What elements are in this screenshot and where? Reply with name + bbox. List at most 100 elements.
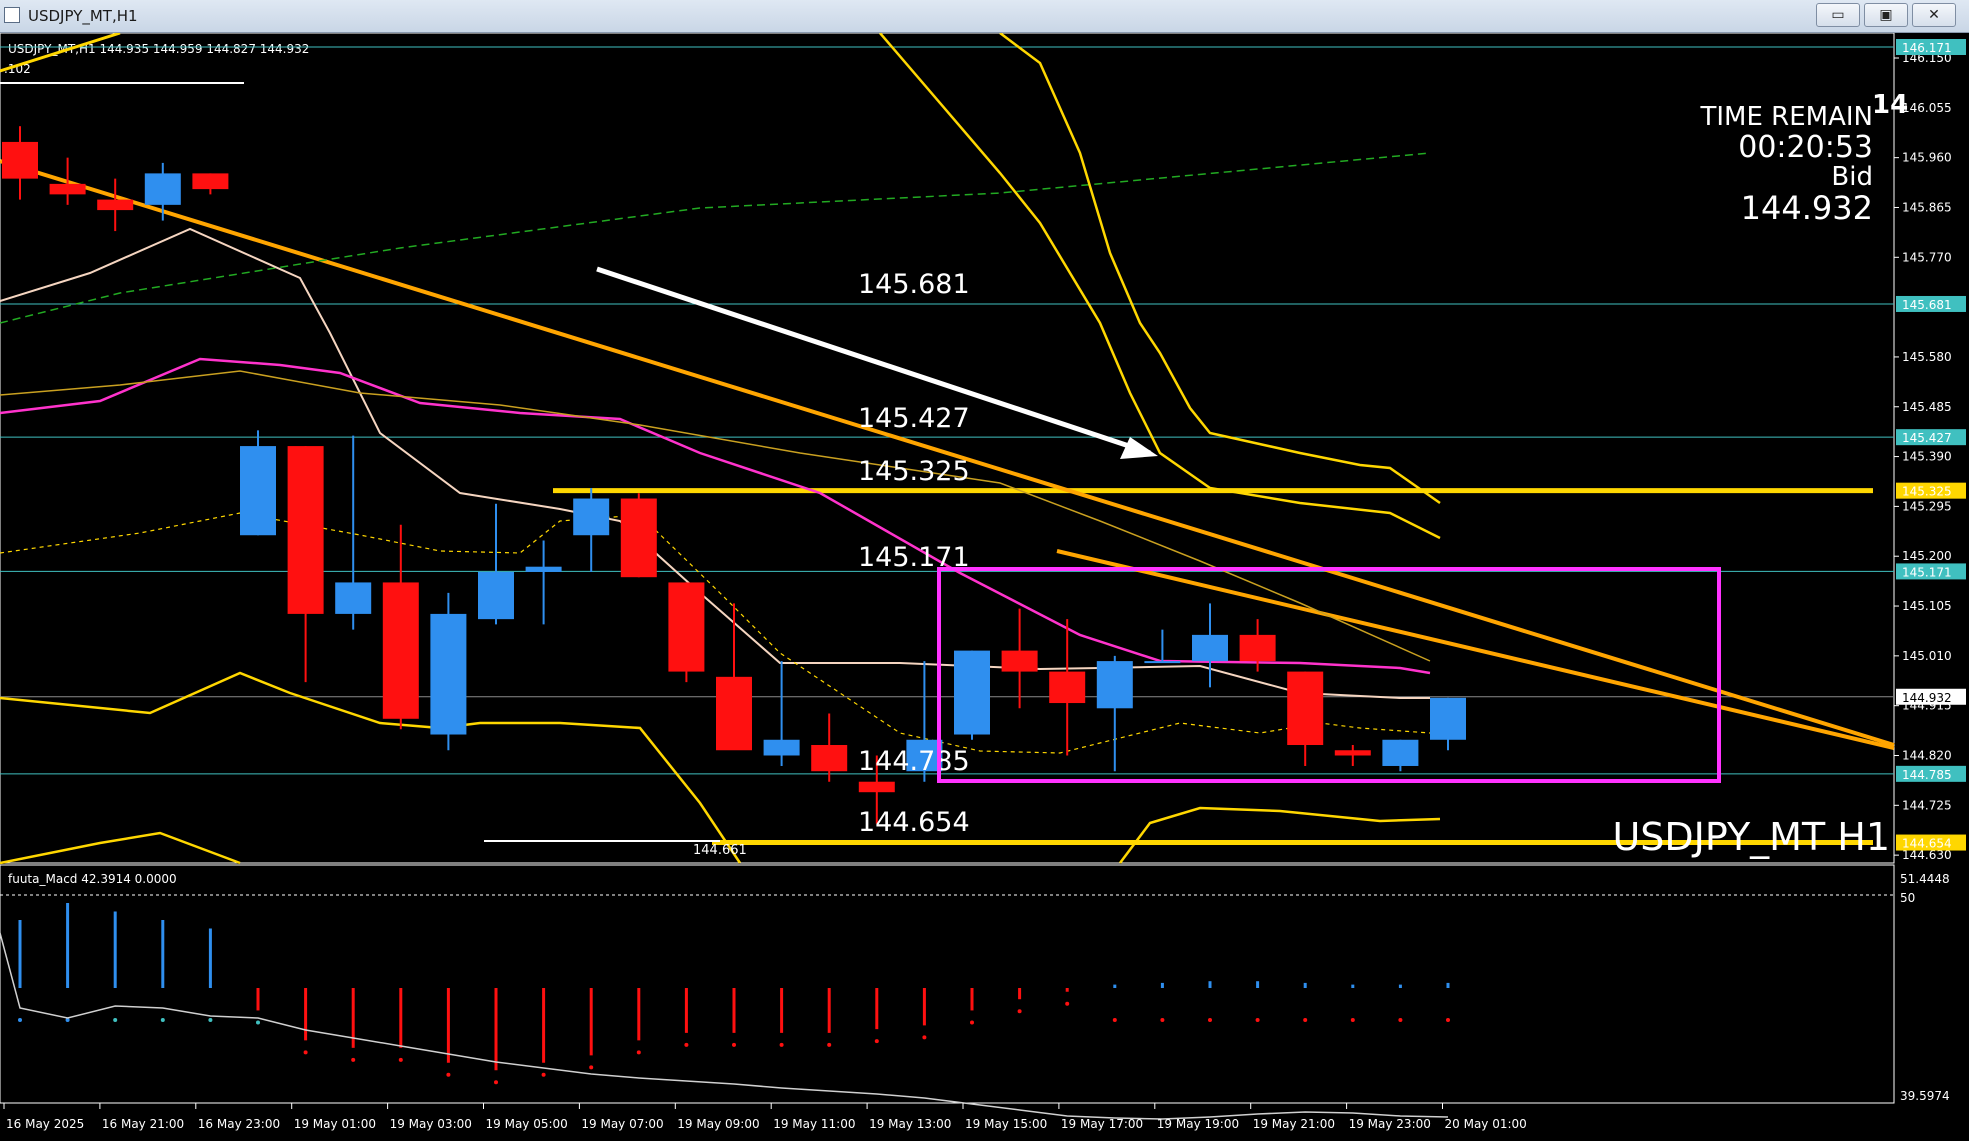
macd-dot-20 xyxy=(970,1020,974,1025)
time-label-6: 19 May 07:00 xyxy=(581,1117,663,1131)
time-label-2: 16 May 23:00 xyxy=(198,1117,280,1131)
time-remain-label: TIME REMAIN xyxy=(1699,102,1873,132)
macd-axis-fifty: 50 xyxy=(1900,891,1915,905)
symbol-watermark: USDJPY_MT H1 xyxy=(1612,815,1890,859)
time-label-1: 16 May 21:00 xyxy=(102,1117,184,1131)
price-tag-5: 144.932 xyxy=(1902,691,1952,705)
macd-dot-3 xyxy=(160,1018,165,1022)
macd-dot-21 xyxy=(1017,1009,1022,1014)
time-label-15: 20 May 01:00 xyxy=(1445,1117,1527,1131)
candle-body-24 xyxy=(1144,661,1181,664)
time-label-7: 19 May 09:00 xyxy=(677,1117,759,1131)
price-label-8: 145.295 xyxy=(1902,499,1952,513)
price-tag-4: 145.171 xyxy=(1902,565,1952,579)
time-label-12: 19 May 19:00 xyxy=(1157,1117,1239,1131)
price-label-14: 144.725 xyxy=(1902,798,1952,812)
macd-dot-11 xyxy=(541,1072,546,1077)
chart-window-icon xyxy=(4,7,20,23)
candle-body-0 xyxy=(2,141,38,179)
price-label-2: 145.960 xyxy=(1902,151,1952,165)
main-panel-frame xyxy=(0,32,1895,864)
macd-dot-6 xyxy=(303,1050,308,1055)
price-tag-2: 145.427 xyxy=(1902,431,1952,445)
candle-body-8 xyxy=(382,582,419,719)
candle-body-6 xyxy=(287,446,324,614)
time-remain-value: 00:20:53 xyxy=(1738,130,1873,165)
price-label-9: 145.200 xyxy=(1902,549,1952,563)
candle-body-18 xyxy=(858,781,895,793)
chart-area[interactable]: USDJPY_MT,H1 144.935 144.959 144.827 144… xyxy=(0,31,1969,1137)
price-label-3: 145.865 xyxy=(1902,200,1952,214)
macd-label: fuuta_Macd 42.3914 0.0000 xyxy=(8,872,177,886)
price-label-13: 144.820 xyxy=(1902,748,1952,762)
price-tag-7: 144.654 xyxy=(1902,837,1952,851)
macd-dot-18 xyxy=(874,1039,879,1044)
candle-body-11 xyxy=(525,566,562,572)
macd-dot-10 xyxy=(494,1080,498,1085)
candle-body-4 xyxy=(192,173,229,190)
bid-value: 144.932 xyxy=(1741,189,1873,227)
macd-dot-13 xyxy=(636,1050,641,1055)
level-label-145325: 145.325 xyxy=(858,456,970,487)
restore-button[interactable]: ▣ xyxy=(1864,3,1908,27)
macd-dot-29 xyxy=(1398,1018,1403,1022)
price-tag-1: 145.681 xyxy=(1902,298,1952,312)
price-tag-6: 144.785 xyxy=(1902,768,1952,782)
price-axis: 146.150146.055145.960145.865145.770145.5… xyxy=(1894,39,1966,862)
candle-body-30 xyxy=(1430,697,1466,740)
time-label-0: 16 May 2025 xyxy=(6,1117,84,1131)
price-label-7: 145.390 xyxy=(1902,450,1952,464)
candle-body-13 xyxy=(620,498,657,578)
candle-body-16 xyxy=(763,739,800,756)
time-axis: 16 May 2025 16 May 21:00 16 May 23:00 19 Ma… xyxy=(3,1103,1527,1131)
candle-body-26 xyxy=(1239,634,1276,662)
price-label-4: 145.770 xyxy=(1902,250,1952,264)
level-label-144785: 144.785 xyxy=(858,746,970,777)
candle-body-27 xyxy=(1287,671,1324,746)
macd-dot-9 xyxy=(446,1072,451,1077)
window-titlebar: USDJPY_MT,H1 ▭ ▣ ✕ xyxy=(0,0,1969,33)
candle-body-28 xyxy=(1334,750,1371,756)
price-label-5: 145.580 xyxy=(1902,350,1952,364)
macd-panel-frame xyxy=(0,864,1895,1104)
candle-body-20 xyxy=(954,650,990,735)
macd-dot-14 xyxy=(684,1042,689,1047)
candle-body-22 xyxy=(1049,671,1086,704)
macd-dot-12 xyxy=(589,1065,594,1070)
time-label-11: 19 May 17:00 xyxy=(1061,1117,1143,1131)
price-tag-3: 145.325 xyxy=(1902,485,1952,499)
minimize-button[interactable]: ▭ xyxy=(1816,3,1860,27)
macd-axis-bottom: 39.5974 xyxy=(1900,1089,1950,1103)
macd-dot-22 xyxy=(1065,1001,1070,1006)
level-label-144654: 144.654 xyxy=(858,807,970,838)
price-tag-0: 146.171 xyxy=(1902,41,1952,55)
candle-body-12 xyxy=(573,498,610,536)
time-label-9: 19 May 13:00 xyxy=(869,1117,951,1131)
macd-dot-2 xyxy=(113,1018,118,1022)
time-label-4: 19 May 03:00 xyxy=(390,1117,472,1131)
candle-body-1 xyxy=(49,183,86,195)
macd-dot-26 xyxy=(1255,1018,1260,1022)
time-label-10: 19 May 15:00 xyxy=(965,1117,1047,1131)
macd-dot-0 xyxy=(18,1018,22,1022)
level-label-145427: 145.427 xyxy=(858,403,970,434)
macd-dot-16 xyxy=(779,1042,784,1047)
candle-body-14 xyxy=(668,582,705,672)
candle-body-7 xyxy=(335,582,372,614)
price-chart[interactable]: USDJPY_MT,H1 144.935 144.959 144.827 144… xyxy=(0,31,1969,1137)
candle-body-3 xyxy=(144,173,181,205)
macd-dot-5 xyxy=(256,1020,260,1025)
price-label-1: 146.055 xyxy=(1902,101,1952,115)
price-label-11: 145.010 xyxy=(1902,649,1952,663)
macd-dot-4 xyxy=(208,1018,213,1022)
candle-body-17 xyxy=(811,745,848,772)
price-label-6: 145.485 xyxy=(1902,400,1952,414)
candle-body-29 xyxy=(1382,739,1419,766)
macd-dot-23 xyxy=(1112,1018,1117,1022)
close-button[interactable]: ✕ xyxy=(1912,3,1956,27)
low-price-label: 144.661 xyxy=(693,843,747,858)
time-label-3: 19 May 01:00 xyxy=(294,1117,376,1131)
macd-dot-17 xyxy=(827,1042,832,1047)
macd-dot-28 xyxy=(1350,1018,1355,1022)
time-label-8: 19 May 11:00 xyxy=(773,1117,855,1131)
